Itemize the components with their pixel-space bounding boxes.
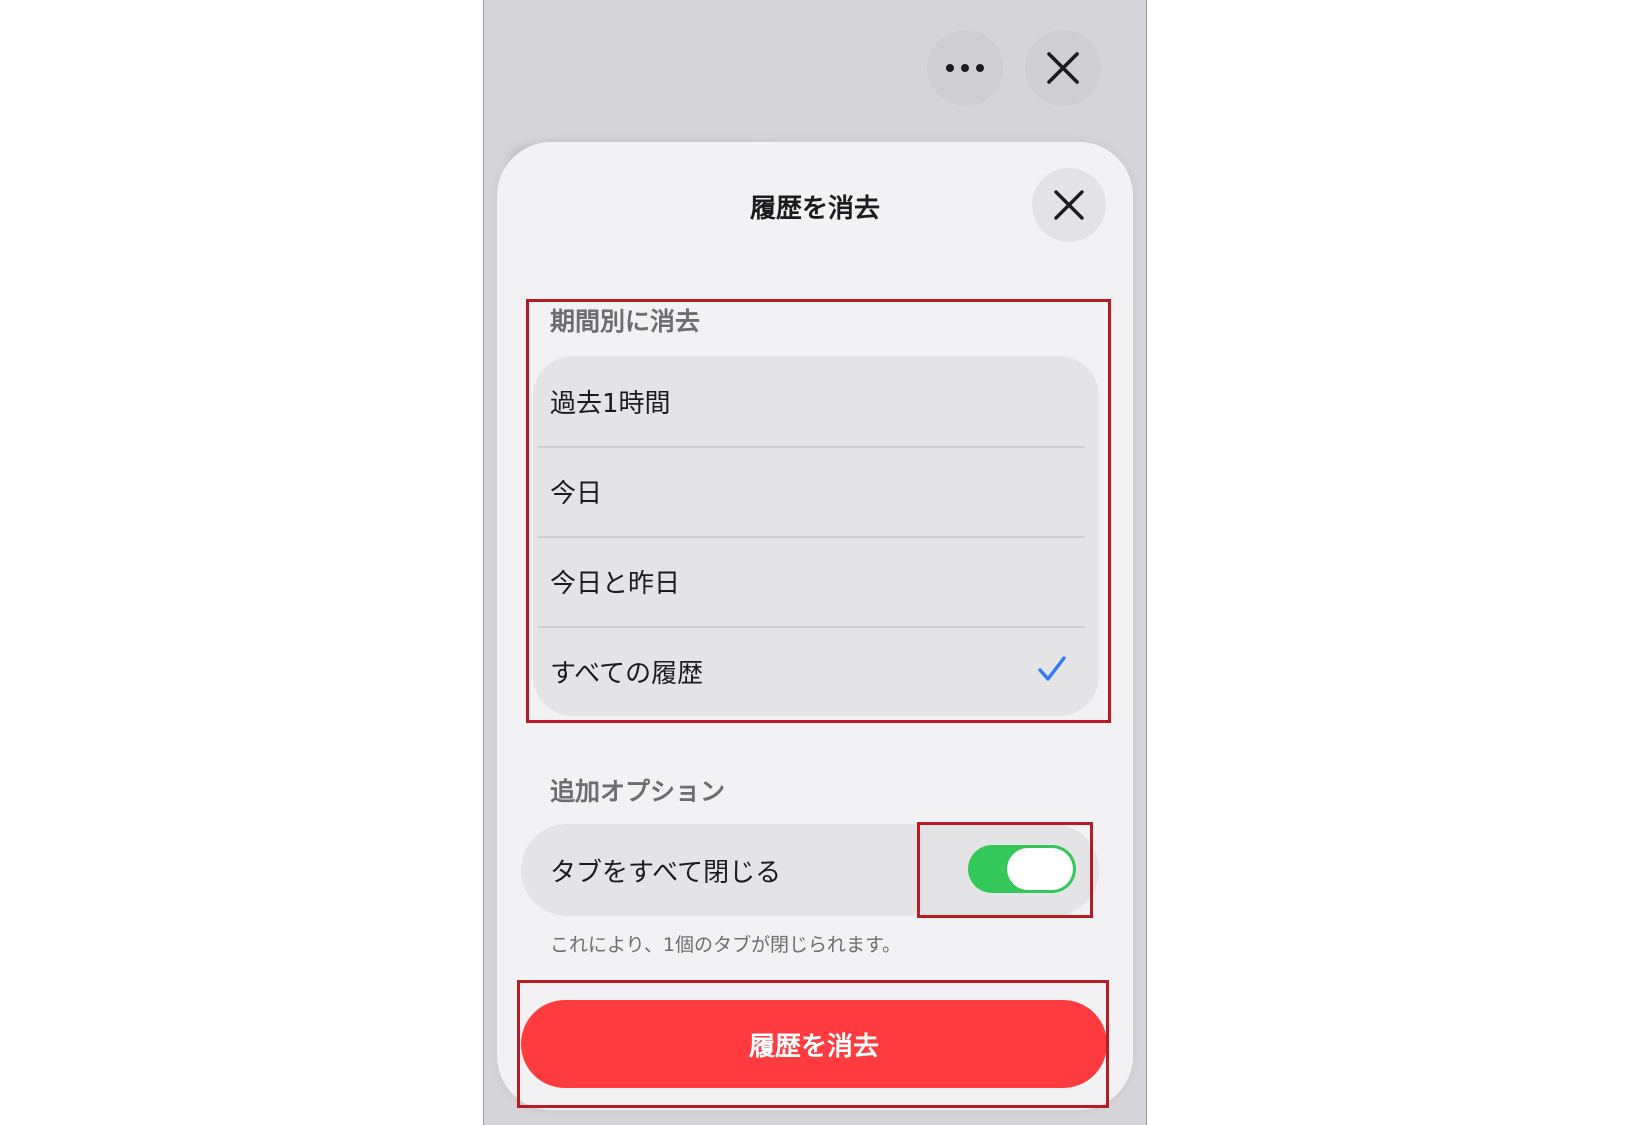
option-all-history[interactable]: すべての履歴 [533, 626, 1099, 716]
checkmark-icon [1038, 656, 1066, 681]
option-today[interactable]: 今日 [533, 446, 1099, 536]
option-label: すべての履歴 [550, 658, 704, 689]
close-icon [1047, 52, 1079, 84]
option-label: 今日と昨日 [550, 568, 681, 599]
close-tabs-footnote: これにより、1個のタブが閉じられます。 [550, 934, 902, 956]
more-button[interactable] [927, 30, 1003, 106]
clear-history-sheet: 履歴を消去 期間別に消去 過去1時間 今日 今日と昨日 すべての履歴 追加オプシ… [497, 142, 1133, 1110]
option-today-and-yesterday[interactable]: 今日と昨日 [533, 536, 1099, 626]
close-icon [1054, 190, 1084, 220]
time-range-options: 過去1時間 今日 今日と昨日 すべての履歴 [533, 356, 1099, 716]
close-all-tabs-row: タブをすべて閉じる [521, 824, 1099, 916]
top-close-button[interactable] [1025, 30, 1101, 106]
close-all-tabs-label: タブをすべて閉じる [550, 857, 782, 888]
time-range-label: 期間別に消去 [550, 307, 701, 336]
more-icon [946, 64, 984, 72]
sheet-close-button[interactable] [1032, 168, 1106, 242]
clear-history-button[interactable]: 履歴を消去 [521, 1000, 1107, 1088]
additional-options-label: 追加オプション [550, 777, 726, 806]
phone-screen: 履歴を消去 期間別に消去 過去1時間 今日 今日と昨日 すべての履歴 追加オプシ… [483, 0, 1147, 1125]
option-label: 過去1時間 [550, 388, 671, 419]
option-label: 今日 [550, 478, 603, 509]
toggle-knob [1007, 848, 1073, 890]
close-all-tabs-toggle[interactable] [968, 845, 1076, 893]
option-last-hour[interactable]: 過去1時間 [533, 356, 1099, 446]
